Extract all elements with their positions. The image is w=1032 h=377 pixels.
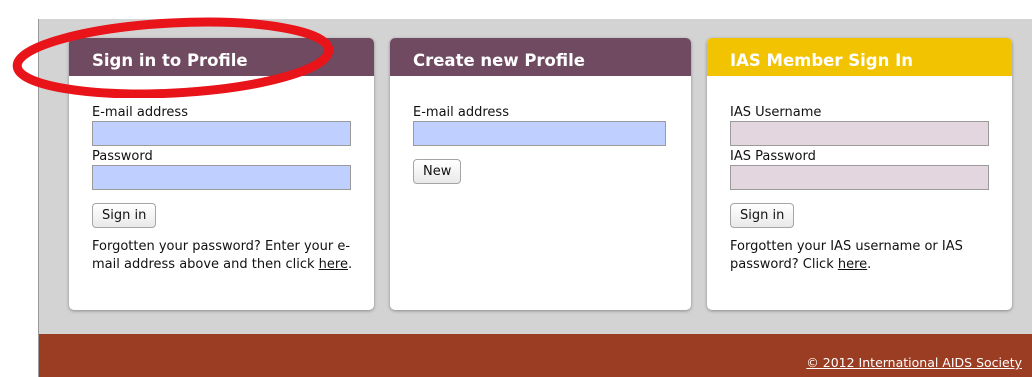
ias-card: IAS Member Sign In IAS Username IAS Pass… xyxy=(707,38,1012,310)
footer-bar: © 2012 International AIDS Society xyxy=(39,334,1032,377)
signin-email-input[interactable] xyxy=(92,121,351,146)
signin-card: Sign in to Profile E-mail address Passwo… xyxy=(69,38,374,310)
signin-password-label: Password xyxy=(92,149,153,164)
create-email-input[interactable] xyxy=(413,121,666,146)
ias-signin-button[interactable]: Sign in xyxy=(730,203,795,228)
signin-email-label: E-mail address xyxy=(92,105,188,120)
create-card-title: Create new Profile xyxy=(390,38,691,76)
ias-username-label: IAS Username xyxy=(730,105,822,120)
new-profile-button[interactable]: New xyxy=(413,159,462,184)
copyright-link[interactable]: © 2012 International AIDS Society xyxy=(806,355,1022,370)
ias-password-input[interactable] xyxy=(730,165,989,190)
ias-forgot-link[interactable]: here xyxy=(838,257,867,272)
signin-forgot-text: Forgotten your password? Enter your e-ma… xyxy=(92,239,351,272)
ias-forgot-text-end: . xyxy=(867,257,872,272)
signin-card-title: Sign in to Profile xyxy=(69,38,374,76)
ias-username-input[interactable] xyxy=(730,121,989,146)
signin-password-input[interactable] xyxy=(92,165,351,190)
ias-card-title: IAS Member Sign In xyxy=(707,38,1012,76)
ias-password-label: IAS Password xyxy=(730,149,816,164)
create-card: Create new Profile E-mail address New xyxy=(390,38,691,310)
signin-forgot-text-end: . xyxy=(347,257,353,272)
create-email-label: E-mail address xyxy=(413,105,509,120)
left-divider xyxy=(38,19,39,377)
signin-button[interactable]: Sign in xyxy=(92,203,157,228)
signin-forgot-link[interactable]: here xyxy=(319,257,348,272)
signin-forgot-note: Forgotten your password? Enter your e-ma… xyxy=(92,238,362,274)
ias-forgot-note: Forgotten your IAS username or IAS passw… xyxy=(730,238,995,274)
